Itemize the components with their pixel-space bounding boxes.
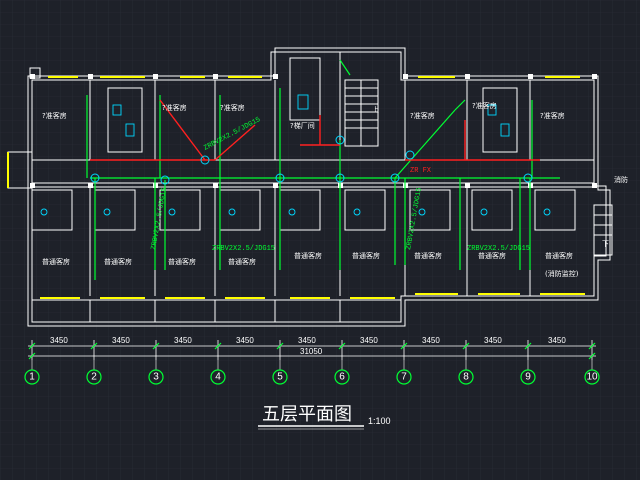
room-label: ?准客房 [220, 103, 245, 112]
dimension-label: 3450 [548, 336, 566, 345]
axis-number: 1 [29, 372, 35, 383]
axis-number: 5 [277, 372, 283, 383]
room-label: ?准客房 [42, 111, 67, 120]
room-label: ?准客房 [410, 111, 435, 120]
axis-number: 2 [91, 372, 97, 383]
room-label: (消防监控) [545, 269, 579, 278]
axis-number: 10 [586, 372, 598, 383]
axis-number: 8 [463, 372, 469, 383]
room-label: ?准客房 [472, 101, 497, 110]
axis-number: 7 [401, 372, 407, 383]
axis-number: 6 [339, 372, 345, 383]
room-label: 普通客房 [478, 251, 506, 260]
dimension-label: 3450 [484, 336, 502, 345]
axis-number: 4 [215, 372, 221, 383]
dimension-label: 3450 [112, 336, 130, 345]
dimension-label: 3450 [236, 336, 254, 345]
axis-number: 3 [153, 372, 159, 383]
dimension-label: 3450 [422, 336, 440, 345]
total-dimension-label: 31050 [300, 347, 323, 356]
axis-number: 9 [525, 372, 531, 383]
room-label: 下 [602, 240, 609, 248]
room-label: 普通客房 [294, 251, 322, 260]
drawing-title: 五层平面图 [262, 404, 352, 425]
dimension-label: 3450 [50, 336, 68, 345]
room-label: 上 [372, 105, 379, 114]
room-label: 普通客房 [42, 257, 70, 266]
pipe-label: ZRBV2X2.5/JDG15 [212, 245, 275, 253]
room-label: ?准客房 [540, 111, 565, 120]
drawing-scale: 1:100 [368, 416, 391, 426]
pipe-label: ZR FX [410, 167, 432, 175]
room-label: 普通客房 [168, 257, 196, 266]
room-label: 普通客房 [228, 257, 256, 266]
dimension-label: 3450 [174, 336, 192, 345]
dimension-label: 3450 [298, 336, 316, 345]
floor-plan-drawing: ZRBV2X2.5/JDG15 ZRBV2X2.5/JDG15 ZRBV2X2.… [0, 0, 640, 480]
room-label: 普通客房 [352, 251, 380, 260]
room-label: 普通客房 [545, 251, 573, 260]
room-label: 消防 [614, 175, 628, 184]
room-label: 普通客房 [414, 251, 442, 260]
room-label: 普通客房 [104, 257, 132, 266]
dimension-label: 3450 [360, 336, 378, 345]
room-label: ?准客房 [162, 103, 187, 112]
room-label: ?梯厂间 [290, 121, 315, 130]
